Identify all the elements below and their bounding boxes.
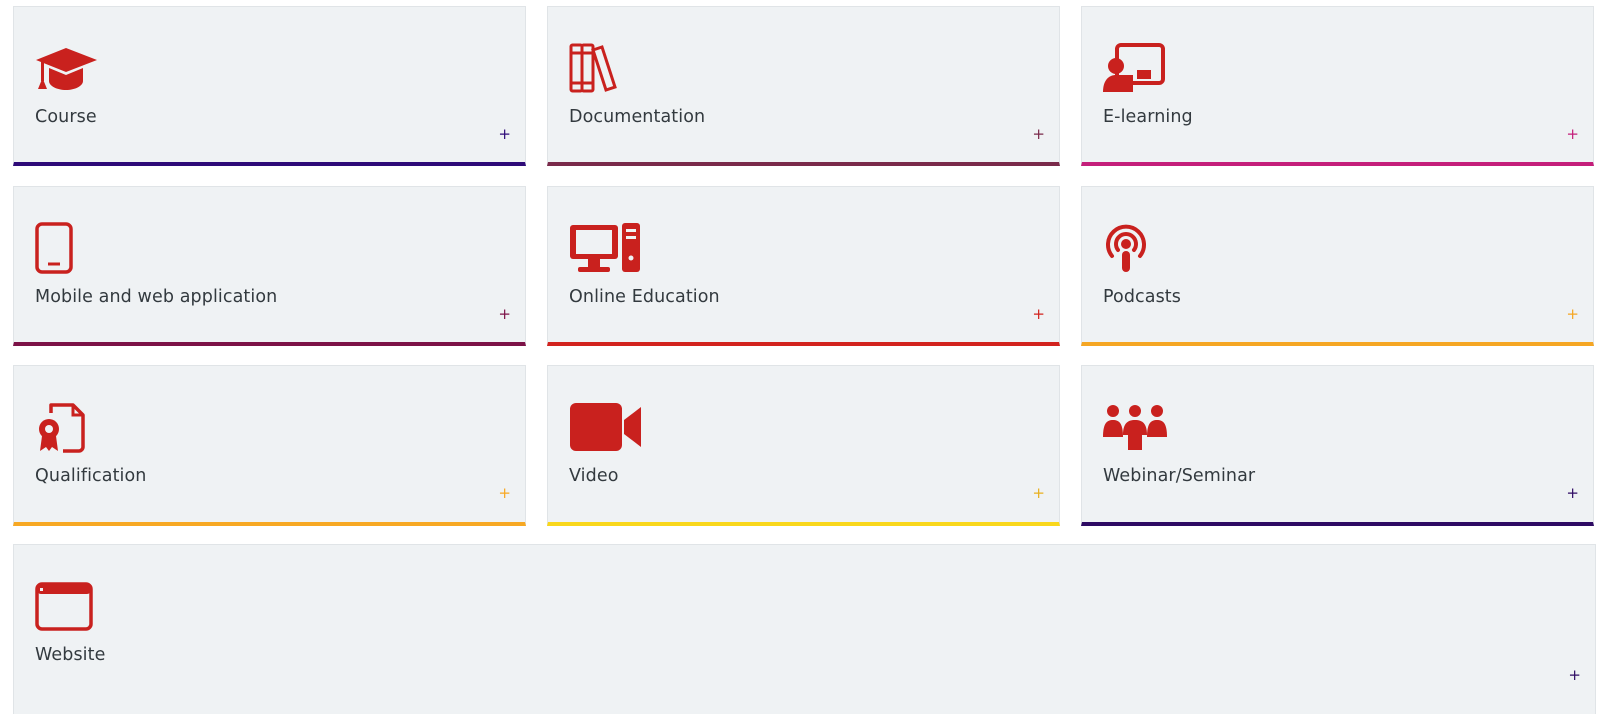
card-documentation[interactable]: Documentation + (547, 6, 1060, 166)
video-camera-icon (569, 398, 669, 456)
card-online-education[interactable]: Online Education + (547, 186, 1060, 346)
card-video[interactable]: Video + (547, 365, 1060, 526)
teacher-board-icon (1103, 39, 1203, 97)
card-label: Course (35, 107, 97, 127)
group-of-people-icon (1103, 398, 1203, 456)
expand-plus-icon[interactable]: + (1032, 307, 1045, 322)
expand-plus-icon[interactable]: + (498, 307, 511, 322)
browser-window-icon (35, 577, 135, 635)
podcast-icon (1103, 219, 1203, 277)
certificate-icon (35, 398, 135, 456)
card-label: Mobile and web application (35, 287, 278, 307)
expand-plus-icon[interactable]: + (1566, 127, 1579, 142)
expand-plus-icon[interactable]: + (498, 486, 511, 501)
card-mobile-and-web-application[interactable]: Mobile and web application + (13, 186, 526, 346)
card-label: Online Education (569, 287, 720, 307)
expand-plus-icon[interactable]: + (1568, 668, 1581, 683)
card-label: Webinar/Seminar (1103, 466, 1256, 486)
category-grid: Course + Documentation + E-learning + Mo… (0, 0, 1603, 714)
card-label: Qualification (35, 466, 147, 486)
expand-plus-icon[interactable]: + (1566, 307, 1579, 322)
card-podcasts[interactable]: Podcasts + (1081, 186, 1594, 346)
card-label: E-learning (1103, 107, 1193, 127)
card-label: Documentation (569, 107, 706, 127)
expand-plus-icon[interactable]: + (1032, 127, 1045, 142)
card-qualification[interactable]: Qualification + (13, 365, 526, 526)
card-website[interactable]: Website + (13, 544, 1596, 714)
expand-plus-icon[interactable]: + (1032, 486, 1045, 501)
expand-plus-icon[interactable]: + (1566, 486, 1579, 501)
card-label: Website (35, 645, 106, 665)
card-webinar-seminar[interactable]: Webinar/Seminar + (1081, 365, 1594, 526)
expand-plus-icon[interactable]: + (498, 127, 511, 142)
card-e-learning[interactable]: E-learning + (1081, 6, 1594, 166)
desktop-computer-icon (569, 219, 669, 277)
graduation-cap-icon (35, 39, 135, 97)
card-course[interactable]: Course + (13, 6, 526, 166)
card-label: Podcasts (1103, 287, 1181, 307)
card-label: Video (569, 466, 619, 486)
tablet-icon (35, 219, 135, 277)
books-icon (569, 39, 669, 97)
